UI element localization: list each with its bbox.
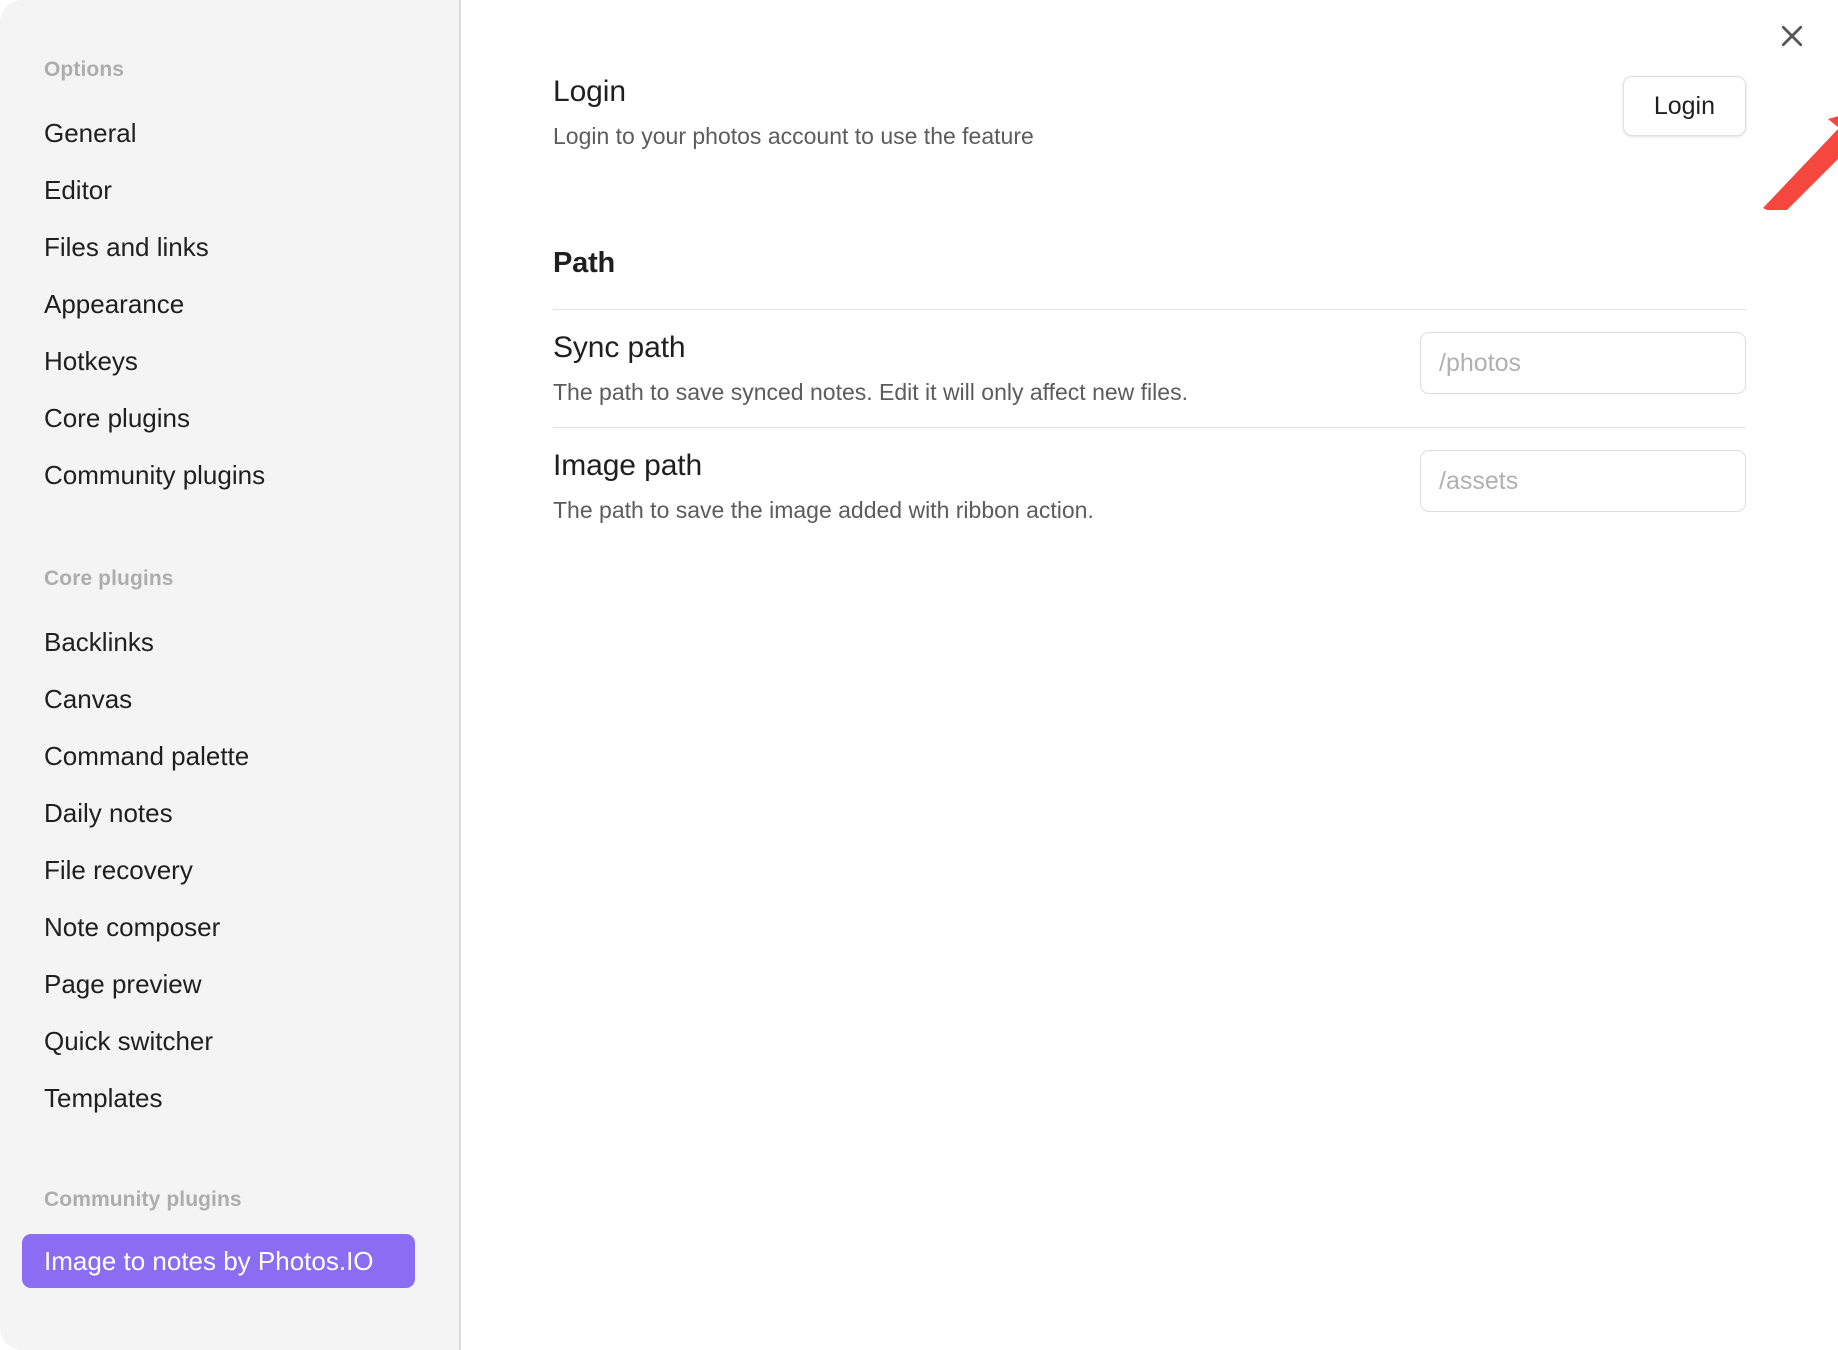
sidebar-item-core-plugins[interactable]: Core plugins xyxy=(0,389,459,446)
setting-row-image-path: Image path The path to save the image ad… xyxy=(553,428,1746,545)
sidebar-item-daily-notes[interactable]: Daily notes xyxy=(0,784,459,841)
sidebar-item-file-recovery[interactable]: File recovery xyxy=(0,841,459,898)
setting-info-login: Login Login to your photos account to us… xyxy=(553,72,1034,153)
setting-row-sync-path: Sync path The path to save synced notes.… xyxy=(553,310,1746,427)
setting-name-login: Login xyxy=(553,75,626,108)
sidebar-scroll-area[interactable]: Options General Editor Files and links A… xyxy=(0,0,459,1350)
sidebar-item-backlinks[interactable]: Backlinks xyxy=(0,613,459,670)
sync-path-input[interactable] xyxy=(1420,332,1746,394)
sidebar-item-note-composer[interactable]: Note composer xyxy=(0,898,459,955)
setting-row-login: Login Login to your photos account to us… xyxy=(553,54,1746,171)
setting-description-sync-path: The path to save synced notes. Edit it w… xyxy=(553,379,1188,405)
sidebar-item-quick-switcher[interactable]: Quick switcher xyxy=(0,1012,459,1069)
setting-control-image-path xyxy=(1420,446,1746,512)
close-icon xyxy=(1777,21,1807,51)
setting-info-image-path: Image path The path to save the image ad… xyxy=(553,446,1094,527)
sidebar-group-title-core-plugins: Core plugins xyxy=(44,567,174,590)
sidebar-group-title-options: Options xyxy=(44,58,125,81)
sidebar-item-files-and-links[interactable]: Files and links xyxy=(0,218,459,275)
sidebar-item-hotkeys[interactable]: Hotkeys xyxy=(0,332,459,389)
settings-sidebar: Options General Editor Files and links A… xyxy=(0,0,461,1350)
settings-modal: Options General Editor Files and links A… xyxy=(0,0,1838,1350)
sidebar-item-community-plugins[interactable]: Community plugins xyxy=(0,446,459,503)
sidebar-group-title-community-plugins: Community plugins xyxy=(44,1188,242,1211)
sidebar-item-general[interactable]: General xyxy=(0,104,459,161)
setting-description-login: Login to your photos account to use the … xyxy=(553,123,1034,149)
sidebar-item-appearance[interactable]: Appearance xyxy=(0,275,459,332)
setting-control-sync-path xyxy=(1420,328,1746,394)
sidebar-item-templates[interactable]: Templates xyxy=(0,1069,459,1126)
setting-name-sync-path: Sync path xyxy=(553,331,686,364)
sidebar-item-editor[interactable]: Editor xyxy=(0,161,459,218)
login-button[interactable]: Login xyxy=(1622,76,1746,136)
image-path-input[interactable] xyxy=(1420,450,1746,512)
setting-info-sync-path: Sync path The path to save synced notes.… xyxy=(553,328,1188,409)
close-button[interactable] xyxy=(1766,10,1818,62)
sidebar-item-page-preview[interactable]: Page preview xyxy=(0,955,459,1012)
section-heading-path: Path xyxy=(553,247,616,279)
sidebar-item-image-to-notes-by-photos-io[interactable]: Image to notes by Photos.IO xyxy=(22,1234,415,1288)
setting-name-image-path: Image path xyxy=(553,449,703,482)
setting-control-login: Login xyxy=(1622,72,1746,136)
setting-description-image-path: The path to save the image added with ri… xyxy=(553,497,1094,523)
sidebar-item-command-palette[interactable]: Command palette xyxy=(0,727,459,784)
settings-content: Login Login to your photos account to us… xyxy=(461,0,1838,1350)
sidebar-item-canvas[interactable]: Canvas xyxy=(0,670,459,727)
annotation-arrow-icon xyxy=(1761,100,1838,218)
